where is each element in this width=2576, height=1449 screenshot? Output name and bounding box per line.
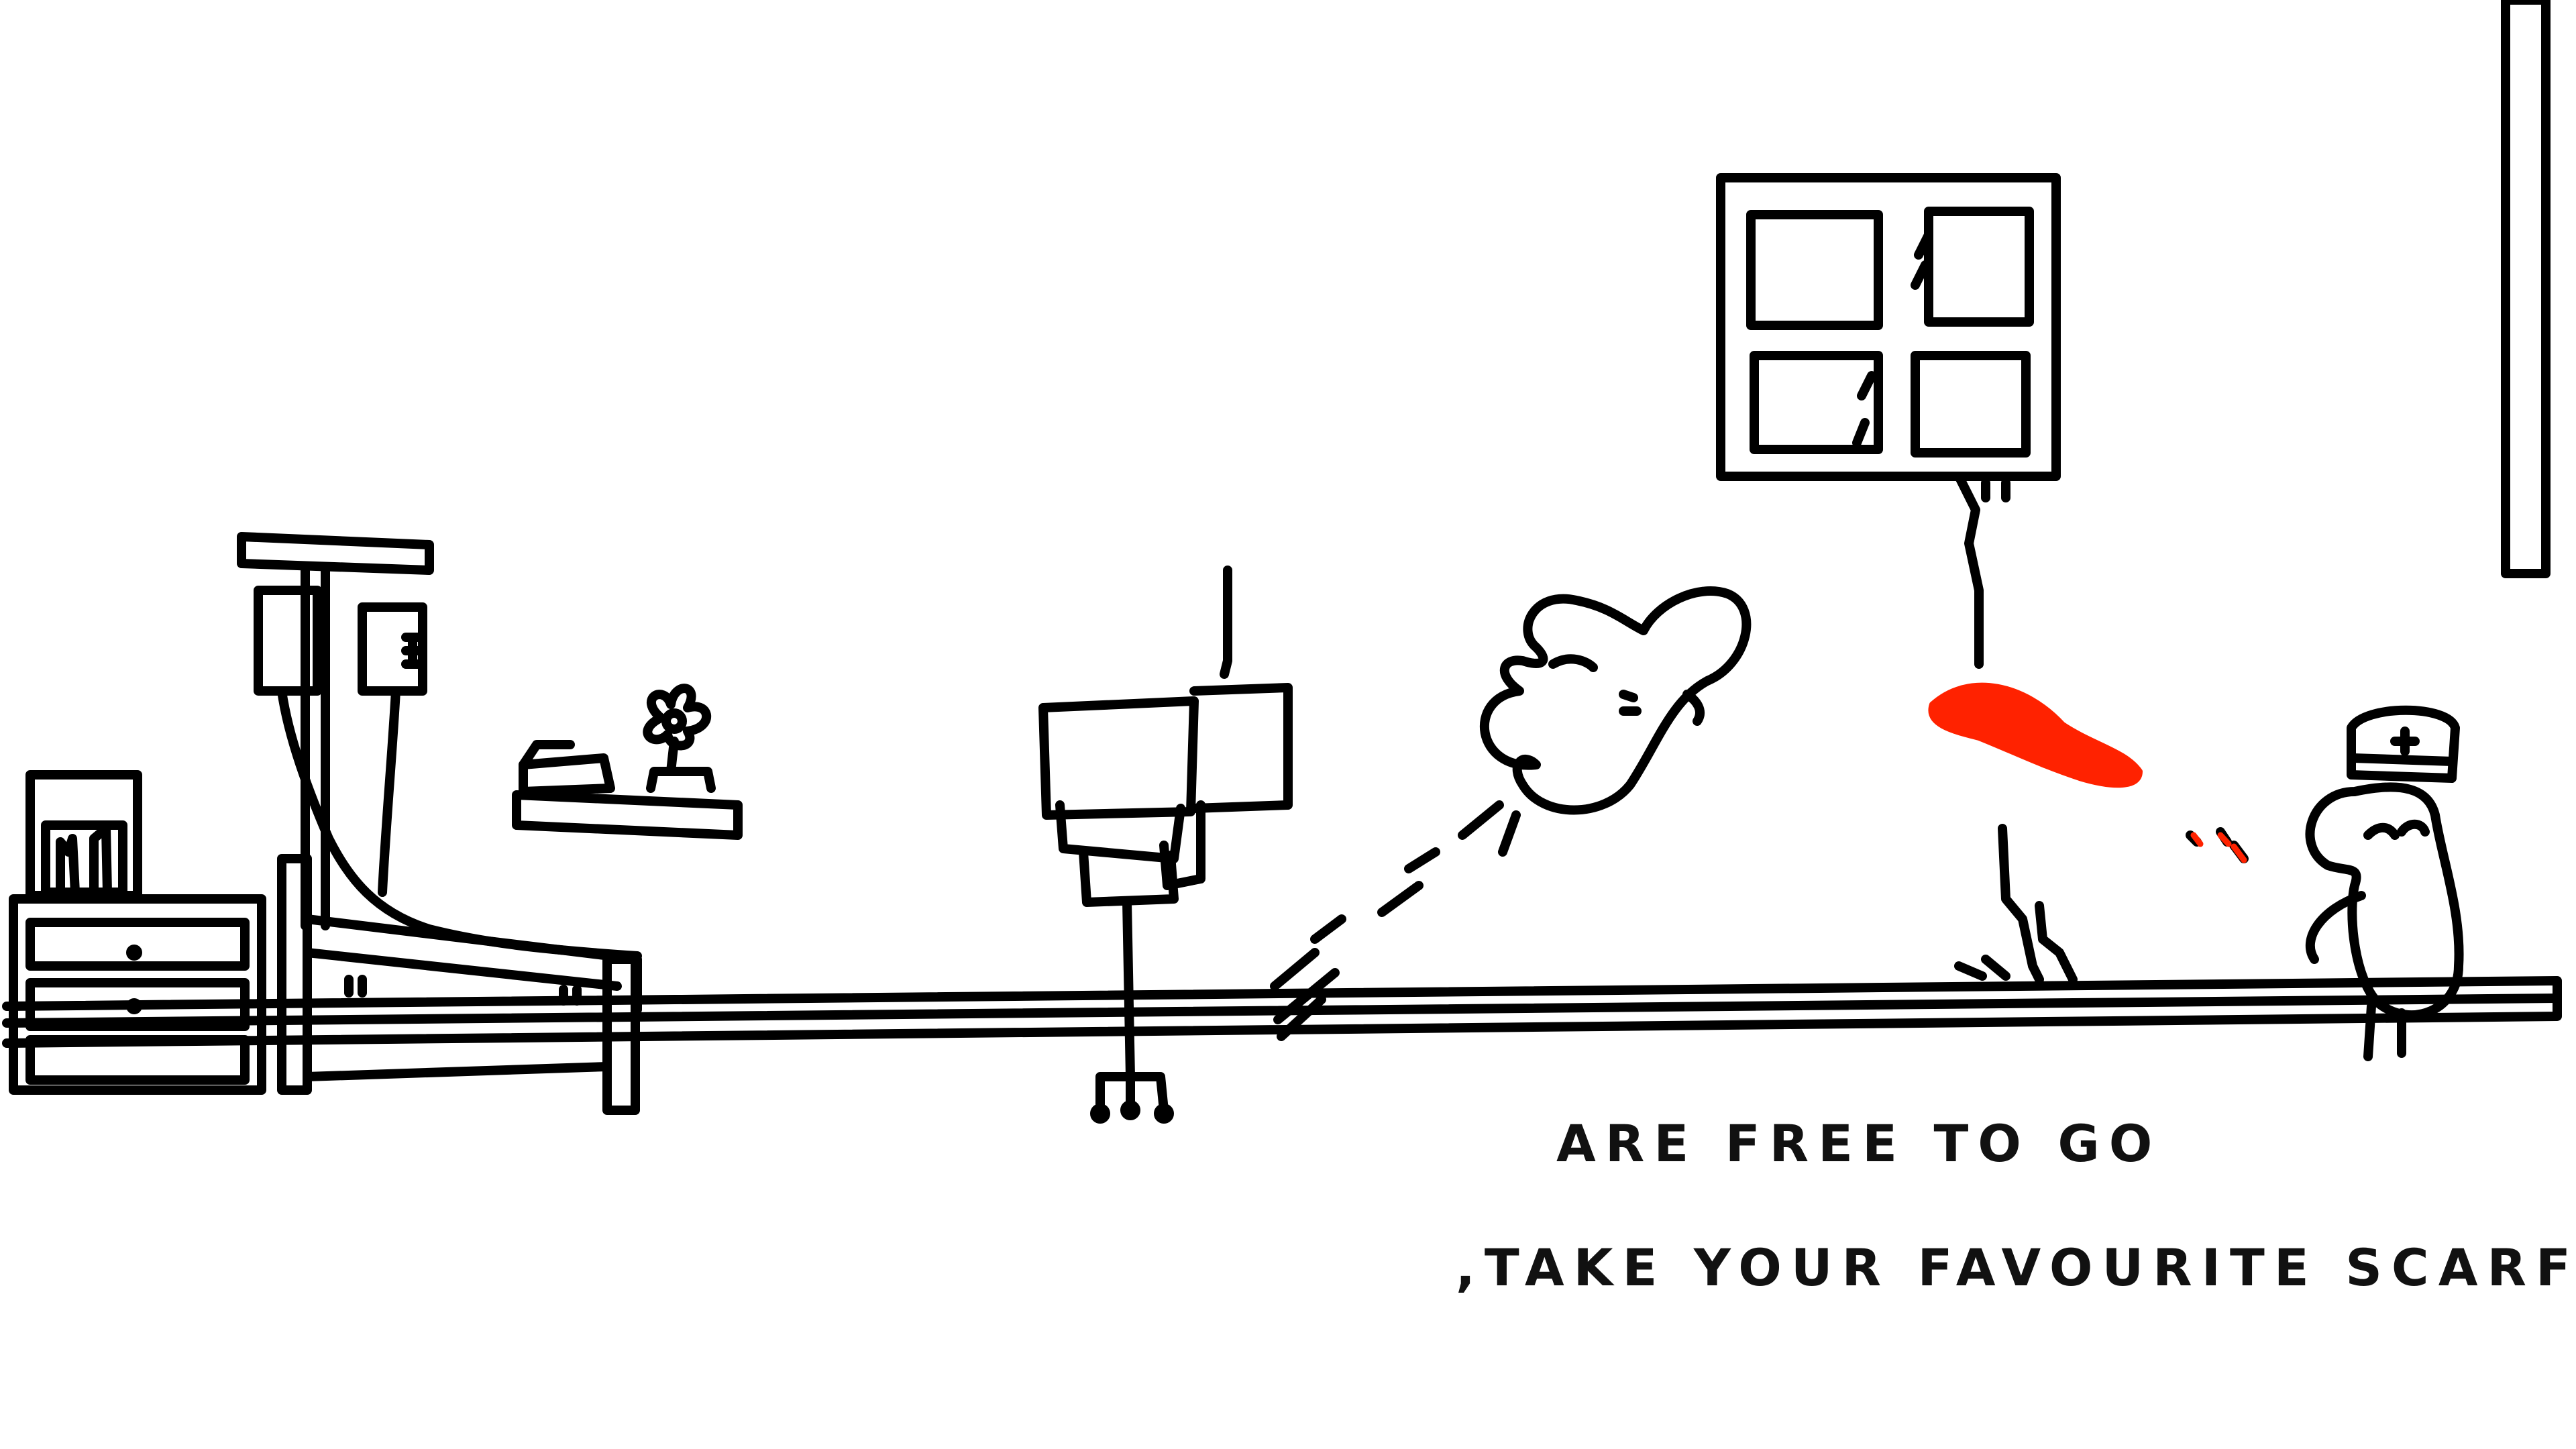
window — [1716, 173, 2061, 481]
hospital-bed — [277, 854, 642, 1115]
scarf[interactable] — [1928, 682, 2247, 863]
dialog-line-1: ARE FREE TO GO — [1556, 1114, 2162, 1173]
door-frame — [2501, 0, 2551, 578]
wall-shelf — [512, 737, 743, 840]
game-scene — [2, 0, 2562, 1124]
medical-monitor — [1038, 566, 1293, 1124]
player-character — [1270, 586, 1752, 1041]
iv-drip-stand — [237, 532, 642, 961]
flower — [643, 684, 712, 751]
picture-frame — [25, 770, 142, 900]
dialog-line-2: ,TAKE YOUR FAVOURITE SCARF — [1456, 1238, 2576, 1297]
drawer-cabinet — [9, 894, 266, 1095]
